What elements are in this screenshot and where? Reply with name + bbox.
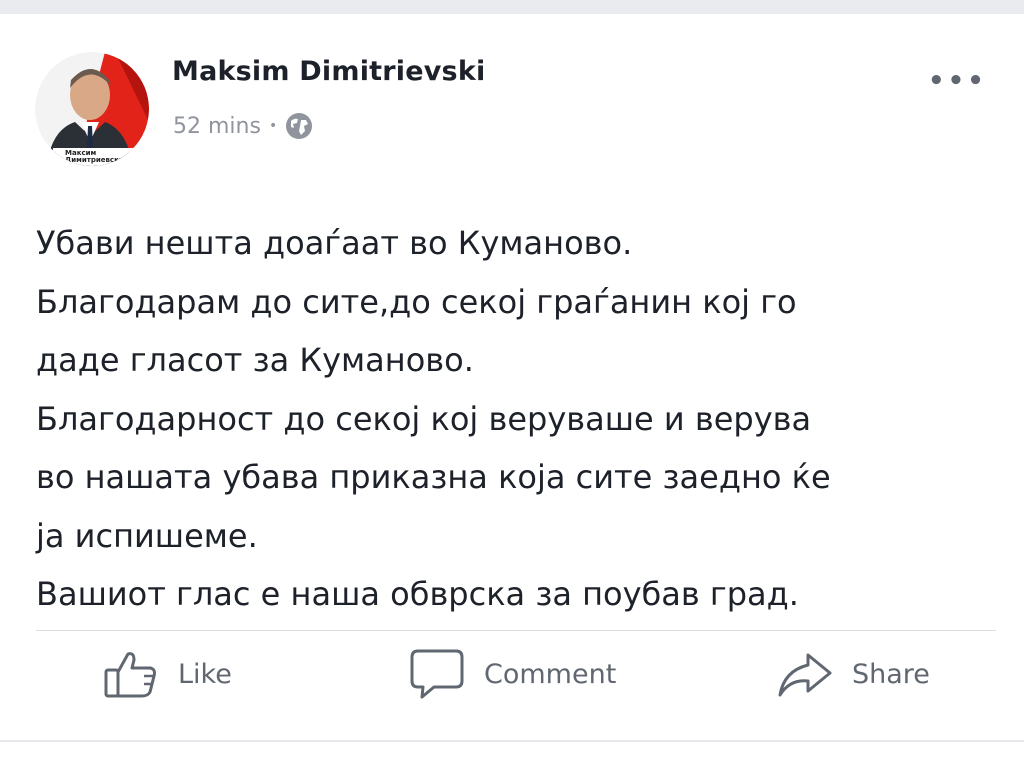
comment-button[interactable]: Comment [410,646,616,702]
like-button[interactable]: Like [104,646,232,702]
share-icon [778,651,832,697]
post-time[interactable]: 52 mins [173,114,261,139]
top-band [0,0,1024,14]
avatar-caption: Максим Димитриевски [65,150,124,164]
like-label: Like [178,658,232,690]
thumbs-up-icon [104,650,158,698]
author-name[interactable]: Maksim Dimitrievski [172,56,485,87]
action-bar: Like Comment Share [0,632,1024,712]
post-text-line: даде гласот за Куманово. [36,341,474,379]
avatar[interactable]: Максим Димитриевски [35,52,149,166]
comment-icon [410,649,464,699]
post-text-line: во нашата убава приказна која сите заедн… [36,458,831,496]
post-text: Убави нешта доаѓаат во Куманово. Благода… [36,214,996,624]
meta-separator: • [268,118,278,134]
post-text-line: Благодарност до секој кој веруваше и вер… [36,399,812,438]
more-options-button[interactable]: ••• [928,66,987,96]
actions-divider [36,630,996,631]
comment-label: Comment [484,658,617,690]
post-text-line: ја испишеме. [36,516,258,555]
bottom-divider [0,740,1024,742]
share-label: Share [852,658,930,690]
post-text-line: Вашиот глас е наша обврска за поубав гра… [36,575,799,613]
avatar-caption-line2: Димитриевски [65,156,124,164]
post-text-line: Благодарам до сите,до секој граѓанин кој… [36,282,797,321]
globe-icon[interactable] [285,112,313,140]
share-button[interactable]: Share [778,646,930,702]
post-meta: 52 mins • [173,112,313,140]
post-text-line: Убави нешта доаѓаат во Куманово. [36,224,633,262]
post-card: Максим Димитриевски Maksim Dimitrievski … [0,14,1024,734]
